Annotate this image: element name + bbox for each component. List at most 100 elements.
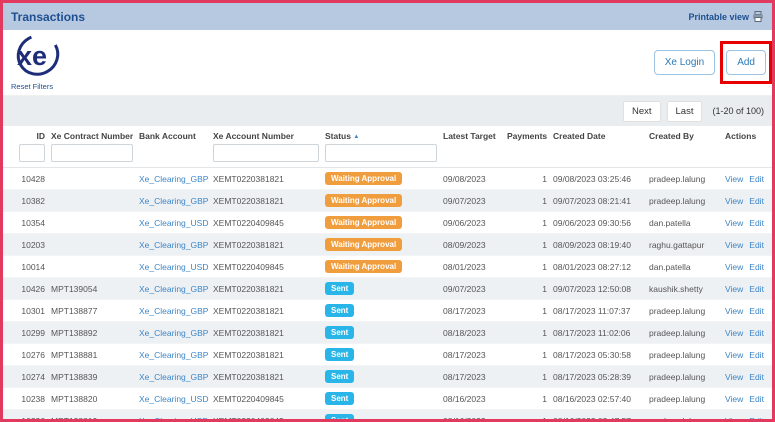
column-header-account[interactable]: Xe Account Number [210, 126, 322, 143]
xe-login-button[interactable]: Xe Login [654, 50, 715, 75]
edit-link[interactable]: Edit [749, 218, 764, 228]
cell-created-by: dan.patella [646, 256, 722, 278]
status-badge: Sent [325, 414, 354, 422]
bank-account-link[interactable]: Xe_Clearing_USD [136, 410, 210, 422]
cell-payments: 1 [504, 168, 550, 190]
status-badge: Waiting Approval [325, 216, 402, 229]
cell-payments: 1 [504, 212, 550, 234]
bank-account-link[interactable]: Xe_Clearing_GBP [136, 344, 210, 366]
contract-filter-input[interactable] [51, 144, 133, 162]
bank-account-link[interactable]: Xe_Clearing_GBP [136, 190, 210, 212]
cell-actions: View Edit [722, 300, 772, 322]
table-row: 10276 MPT138881 Xe_Clearing_GBP XEMT0220… [3, 344, 772, 366]
cell-created-date: 08/17/2023 11:07:37 [550, 300, 646, 322]
column-header-latest-target[interactable]: Latest Target [440, 126, 504, 143]
printable-view-link[interactable]: Printable view [688, 11, 764, 22]
cell-id: 10301 [3, 300, 48, 322]
cell-account-number: XEMT0220409845 [210, 388, 322, 410]
cell-contract-number [48, 168, 136, 190]
edit-link[interactable]: Edit [749, 306, 764, 316]
cell-contract-number [48, 256, 136, 278]
cell-created-by: pradeep.lalung [646, 410, 722, 422]
cell-id: 10203 [3, 234, 48, 256]
status-badge: Waiting Approval [325, 194, 402, 207]
cell-payments: 1 [504, 256, 550, 278]
cell-latest-target: 08/16/2023 [440, 410, 504, 422]
cell-status: Sent [322, 278, 440, 300]
view-link[interactable]: View [725, 262, 743, 272]
bank-account-link[interactable]: Xe_Clearing_GBP [136, 234, 210, 256]
edit-link[interactable]: Edit [749, 240, 764, 250]
cell-account-number: XEMT0220381821 [210, 168, 322, 190]
bank-account-link[interactable]: Xe_Clearing_GBP [136, 322, 210, 344]
table-row: 10274 MPT138839 Xe_Clearing_GBP XEMT0220… [3, 366, 772, 388]
table-row: 10236 MPT138819 Xe_Clearing_USD XEMT0220… [3, 410, 772, 422]
cell-contract-number: MPT138881 [48, 344, 136, 366]
bank-account-link[interactable]: Xe_Clearing_GBP [136, 300, 210, 322]
edit-link[interactable]: Edit [749, 394, 764, 404]
add-button[interactable]: Add [726, 50, 766, 75]
view-link[interactable]: View [725, 350, 743, 360]
column-header-payments[interactable]: Payments [504, 126, 550, 143]
cell-created-date: 08/17/2023 05:28:39 [550, 366, 646, 388]
column-header-bank[interactable]: Bank Account [136, 126, 210, 143]
cell-account-number: XEMT0220381821 [210, 234, 322, 256]
page-title: Transactions [11, 10, 85, 24]
cell-status: Sent [322, 410, 440, 422]
view-link[interactable]: View [725, 240, 743, 250]
column-header-status[interactable]: Status ▲ [322, 126, 440, 143]
cell-contract-number: MPT138877 [48, 300, 136, 322]
cell-created-date: 08/09/2023 08:19:40 [550, 234, 646, 256]
account-filter-input[interactable] [213, 144, 319, 162]
table-row: 10301 MPT138877 Xe_Clearing_GBP XEMT0220… [3, 300, 772, 322]
bank-account-link[interactable]: Xe_Clearing_USD [136, 256, 210, 278]
last-page-button[interactable]: Last [667, 101, 703, 122]
cell-created-date: 08/16/2023 02:47:57 [550, 410, 646, 422]
edit-link[interactable]: Edit [749, 196, 764, 206]
printer-icon [752, 11, 764, 22]
bank-account-link[interactable]: Xe_Clearing_GBP [136, 366, 210, 388]
cell-created-by: raghu.gattapur [646, 234, 722, 256]
view-link[interactable]: View [725, 284, 743, 294]
cell-actions: View Edit [722, 344, 772, 366]
next-page-button[interactable]: Next [623, 101, 661, 122]
sort-ascending-icon[interactable]: ▲ [353, 134, 359, 140]
view-link[interactable]: View [725, 196, 743, 206]
view-link[interactable]: View [725, 306, 743, 316]
status-badge: Sent [325, 282, 354, 295]
status-badge: Waiting Approval [325, 260, 402, 273]
view-link[interactable]: View [725, 218, 743, 228]
cell-status: Waiting Approval [322, 168, 440, 190]
cell-contract-number: MPT139054 [48, 278, 136, 300]
bank-account-link[interactable]: Xe_Clearing_GBP [136, 278, 210, 300]
filter-row [3, 143, 772, 168]
edit-link[interactable]: Edit [749, 328, 764, 338]
id-filter-input[interactable] [19, 144, 45, 162]
edit-link[interactable]: Edit [749, 416, 764, 422]
column-header-id[interactable]: ID [3, 126, 48, 143]
cell-latest-target: 09/07/2023 [440, 190, 504, 212]
edit-link[interactable]: Edit [749, 350, 764, 360]
view-link[interactable]: View [725, 174, 743, 184]
status-badge: Waiting Approval [325, 238, 402, 251]
bank-account-link[interactable]: Xe_Clearing_USD [136, 388, 210, 410]
column-header-created-date[interactable]: Created Date [550, 126, 646, 143]
bank-account-link[interactable]: Xe_Clearing_USD [136, 212, 210, 234]
edit-link[interactable]: Edit [749, 284, 764, 294]
view-link[interactable]: View [725, 328, 743, 338]
bank-account-link[interactable]: Xe_Clearing_GBP [136, 168, 210, 190]
reset-filters-link[interactable]: Reset Filters [11, 82, 53, 91]
cell-created-by: pradeep.lalung [646, 322, 722, 344]
view-link[interactable]: View [725, 394, 743, 404]
view-link[interactable]: View [725, 416, 743, 422]
column-header-created-by[interactable]: Created By [646, 126, 722, 143]
column-header-contract[interactable]: Xe Contract Number [48, 126, 136, 143]
edit-link[interactable]: Edit [749, 174, 764, 184]
status-badge: Waiting Approval [325, 172, 402, 185]
edit-link[interactable]: Edit [749, 372, 764, 382]
status-filter-input[interactable] [325, 144, 437, 162]
view-link[interactable]: View [725, 372, 743, 382]
cell-actions: View Edit [722, 190, 772, 212]
edit-link[interactable]: Edit [749, 262, 764, 272]
cell-created-date: 08/16/2023 02:57:40 [550, 388, 646, 410]
